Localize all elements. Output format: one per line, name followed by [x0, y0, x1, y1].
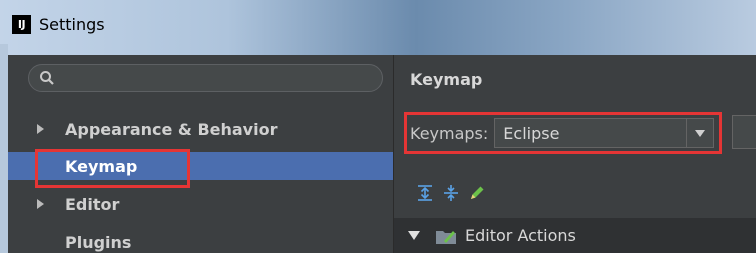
highlight-box-keymap — [35, 149, 190, 188]
highlight-box-keymaps — [404, 112, 722, 154]
sidebar-item-appearance-behavior[interactable]: Appearance & Behavior — [8, 115, 393, 143]
window-frame — [0, 44, 8, 253]
expand-all-icon[interactable] — [416, 184, 434, 202]
sidebar-item-label: Appearance & Behavior — [65, 119, 278, 139]
chevron-right-icon[interactable] — [37, 124, 44, 134]
sidebar-item-editor[interactable]: Editor — [8, 190, 393, 218]
page-title: Keymap — [410, 70, 483, 89]
sidebar-item-label: Editor — [65, 194, 120, 214]
collapse-all-icon[interactable] — [442, 184, 460, 202]
sidebar-item-label: Plugins — [65, 232, 132, 252]
tree-item-label: Editor Actions — [465, 226, 576, 245]
keymap-toolbar — [416, 182, 494, 204]
chevron-right-icon[interactable] — [37, 199, 44, 209]
tree-row-editor-actions[interactable]: Editor Actions — [394, 218, 756, 253]
sidebar-item-plugins[interactable]: Plugins — [8, 228, 393, 256]
search-input[interactable] — [28, 64, 383, 92]
title-bar-content: IJ Settings — [12, 8, 105, 40]
title-bar: IJ Settings — [0, 0, 756, 55]
keymap-action-button[interactable] — [732, 115, 756, 149]
search-icon — [40, 71, 54, 85]
edit-pencil-icon[interactable] — [468, 184, 486, 202]
settings-sidebar: Appearance & Behavior Keymap Editor Plug… — [8, 55, 393, 253]
folder-icon — [436, 230, 456, 244]
app-logo-icon: IJ — [12, 14, 31, 34]
window-title: Settings — [39, 14, 105, 34]
settings-dialog: Appearance & Behavior Keymap Editor Plug… — [8, 55, 756, 253]
keymap-panel: Keymap Keymaps: Eclipse Editor Actions — [394, 55, 756, 253]
chevron-down-icon[interactable] — [408, 231, 420, 240]
